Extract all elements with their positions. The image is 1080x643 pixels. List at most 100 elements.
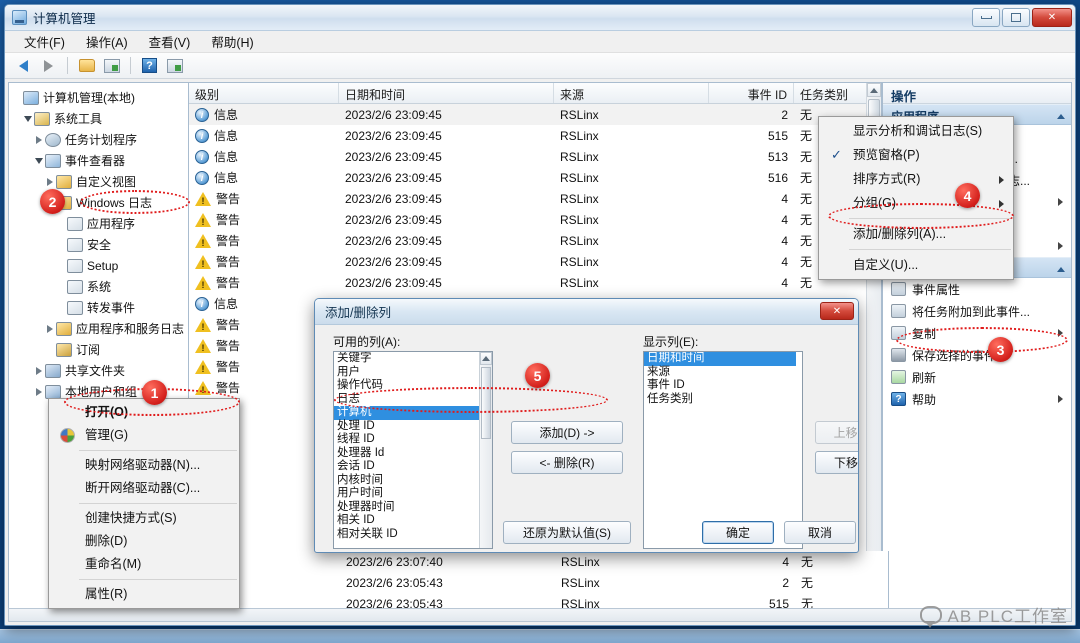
available-list-scrollbar[interactable] xyxy=(479,352,492,548)
collapse-arrow-icon[interactable] xyxy=(22,116,34,122)
tree-item-0[interactable]: 计算机管理(本地) xyxy=(11,87,188,108)
tree-item-4[interactable]: 自定义视图 xyxy=(11,171,188,192)
expand-arrow-icon[interactable] xyxy=(44,178,56,186)
displayed-column-item-2[interactable]: 事件 ID xyxy=(644,379,802,393)
table-row[interactable]: 2023/2/6 23:07:40RSLinx4无 xyxy=(190,551,888,572)
minimize-button[interactable] xyxy=(972,8,1000,27)
available-column-item-2[interactable]: 操作代码 xyxy=(334,379,492,393)
help-icon[interactable]: ? xyxy=(139,55,160,76)
available-column-item-12[interactable]: 相关 ID xyxy=(334,514,492,528)
maximize-button[interactable] xyxy=(1002,8,1030,27)
available-column-item-1[interactable]: 用户 xyxy=(334,366,492,380)
action-event-item-0[interactable]: 事件属性 xyxy=(883,278,1071,300)
action-event-item-3[interactable]: 保存选择的事件... xyxy=(883,344,1071,366)
table-row[interactable]: 警告2023/2/6 23:09:45RSLinx4无 xyxy=(189,251,881,272)
tree-item-2[interactable]: 任务计划程序 xyxy=(11,129,188,150)
action-event-item-1[interactable]: 将任务附加到此事件... xyxy=(883,300,1071,322)
remove-button[interactable]: <- 删除(R) xyxy=(511,451,623,474)
tree-item-13[interactable]: 共享文件夹 xyxy=(11,360,188,381)
tree-item-6[interactable]: 应用程序 xyxy=(11,213,188,234)
displayed-column-item-3[interactable]: 任务类别 xyxy=(644,393,802,407)
available-column-item-10[interactable]: 用户时间 xyxy=(334,487,492,501)
tree-item-1[interactable]: 系统工具 xyxy=(11,108,188,129)
desktop-menu-item-3[interactable]: 断开网络驱动器(C)... xyxy=(49,477,239,500)
tree-item-12[interactable]: 订阅 xyxy=(11,339,188,360)
chevron-up-icon[interactable] xyxy=(1057,267,1065,272)
cancel-button[interactable]: 取消 xyxy=(784,521,856,544)
available-column-item-4[interactable]: 计算机 xyxy=(334,406,492,420)
table-row[interactable]: 2023/2/6 23:05:43RSLinx515无 xyxy=(190,593,888,609)
desktop-context-menu[interactable]: 打开(O)管理(G) 映射网络驱动器(N)...断开网络驱动器(C)... 创建快捷… xyxy=(48,398,240,609)
available-column-item-6[interactable]: 线程 ID xyxy=(334,433,492,447)
context-menu-item-0[interactable]: 显示分析和调试日志(S) xyxy=(819,119,1013,143)
displayed-columns-listbox[interactable]: 日期和时间来源事件 ID任务类别 xyxy=(643,351,803,549)
forward-button[interactable] xyxy=(38,55,59,76)
desktop-menu-item-6[interactable]: 重命名(M) xyxy=(49,553,239,576)
chevron-up-icon[interactable] xyxy=(1057,114,1065,119)
available-column-item-3[interactable]: 日志 xyxy=(334,393,492,407)
up-folder-icon[interactable] xyxy=(76,55,97,76)
tree-item-5[interactable]: Windows 日志 xyxy=(11,192,188,213)
desktop-menu-item-2[interactable]: 映射网络驱动器(N)... xyxy=(49,454,239,477)
move-down-button[interactable]: 下移(V) xyxy=(815,451,859,474)
menu-file[interactable]: 文件(F) xyxy=(15,30,74,53)
context-menu-item-1[interactable]: ✓预览窗格(P) xyxy=(819,143,1013,167)
table-row[interactable]: 警告2023/2/6 23:09:45RSLinx4无 xyxy=(189,272,881,293)
tree-item-7[interactable]: 安全 xyxy=(11,234,188,255)
expand-arrow-icon[interactable] xyxy=(33,367,45,375)
column-header-eventid[interactable]: 事件 ID xyxy=(709,83,794,103)
collapse-arrow-icon[interactable] xyxy=(33,158,45,164)
expand-arrow-icon[interactable] xyxy=(44,325,56,333)
column-header-level[interactable]: 级别 xyxy=(189,83,339,103)
restore-defaults-button[interactable]: 还原为默认值(S) xyxy=(503,521,631,544)
desktop-menu-item-0[interactable]: 打开(O) xyxy=(49,401,239,424)
tree-item-9[interactable]: 系统 xyxy=(11,276,188,297)
available-column-item-13[interactable]: 相对关联 ID xyxy=(334,528,492,542)
menu-action[interactable]: 操作(A) xyxy=(77,30,137,53)
tree-item-3[interactable]: 事件查看器 xyxy=(11,150,188,171)
menu-help[interactable]: 帮助(H) xyxy=(202,30,262,53)
expand-arrow-icon[interactable] xyxy=(33,388,45,396)
context-menu-item-5[interactable]: 自定义(U)... xyxy=(819,253,1013,277)
table-row[interactable]: 警告2023/2/6 23:09:45RSLinx4无 xyxy=(189,188,881,209)
action-event-item-5[interactable]: ?帮助 xyxy=(883,388,1071,410)
displayed-column-item-0[interactable]: 日期和时间 xyxy=(644,352,796,366)
scrollbar-thumb[interactable] xyxy=(481,367,491,439)
desktop-menu-item-4[interactable]: 创建快捷方式(S) xyxy=(49,507,239,530)
available-column-item-5[interactable]: 处理 ID xyxy=(334,420,492,434)
view-context-menu[interactable]: 显示分析和调试日志(S)✓预览窗格(P)排序方式(R)分组(G)添加/删除列(A… xyxy=(818,116,1014,280)
table-row[interactable]: i信息2023/2/6 23:09:45RSLinx516无 xyxy=(189,167,881,188)
column-header-source[interactable]: 来源 xyxy=(554,83,709,103)
close-button[interactable]: ✕ xyxy=(1032,8,1072,27)
desktop-menu-item-7[interactable]: 属性(R) xyxy=(49,583,239,606)
scroll-up-button[interactable] xyxy=(867,83,881,97)
available-column-item-9[interactable]: 内核时间 xyxy=(334,474,492,488)
tree-item-8[interactable]: Setup xyxy=(11,255,188,276)
scroll-up-button[interactable] xyxy=(480,352,492,365)
table-row[interactable]: 警告2023/2/6 23:09:45RSLinx4无 xyxy=(189,230,881,251)
action-event-item-4[interactable]: 刷新 xyxy=(883,366,1071,388)
show-hide-console-tree-icon[interactable] xyxy=(101,55,122,76)
dialog-close-button[interactable]: ✕ xyxy=(820,302,854,320)
tree-item-10[interactable]: 转发事件 xyxy=(11,297,188,318)
expand-arrow-icon[interactable] xyxy=(33,136,45,144)
context-menu-item-3[interactable]: 分组(G) xyxy=(819,191,1013,215)
table-row[interactable]: 警告2023/2/6 23:09:45RSLinx4无 xyxy=(189,209,881,230)
available-columns-listbox[interactable]: 关键字用户操作代码日志计算机处理 ID线程 ID处理器 Id会话 ID内核时间用… xyxy=(333,351,493,549)
available-column-item-8[interactable]: 会话 ID xyxy=(334,460,492,474)
ok-button[interactable]: 确定 xyxy=(702,521,774,544)
action-event-item-2[interactable]: 复制 xyxy=(883,322,1071,344)
add-button[interactable]: 添加(D) -> xyxy=(511,421,623,444)
available-column-item-7[interactable]: 处理器 Id xyxy=(334,447,492,461)
available-column-item-11[interactable]: 处理器时间 xyxy=(334,501,492,515)
show-action-pane-icon[interactable] xyxy=(164,55,185,76)
move-up-button[interactable]: 上移(U) xyxy=(815,421,859,444)
desktop-menu-item-1[interactable]: 管理(G) xyxy=(49,424,239,447)
context-menu-item-2[interactable]: 排序方式(R) xyxy=(819,167,1013,191)
column-header-datetime[interactable]: 日期和时间 xyxy=(339,83,554,103)
menu-view[interactable]: 查看(V) xyxy=(140,30,200,53)
displayed-column-item-1[interactable]: 来源 xyxy=(644,366,802,380)
available-column-item-0[interactable]: 关键字 xyxy=(334,352,492,366)
table-row[interactable]: 2023/2/6 23:05:43RSLinx2无 xyxy=(190,572,888,593)
tree-item-11[interactable]: 应用程序和服务日志 xyxy=(11,318,188,339)
